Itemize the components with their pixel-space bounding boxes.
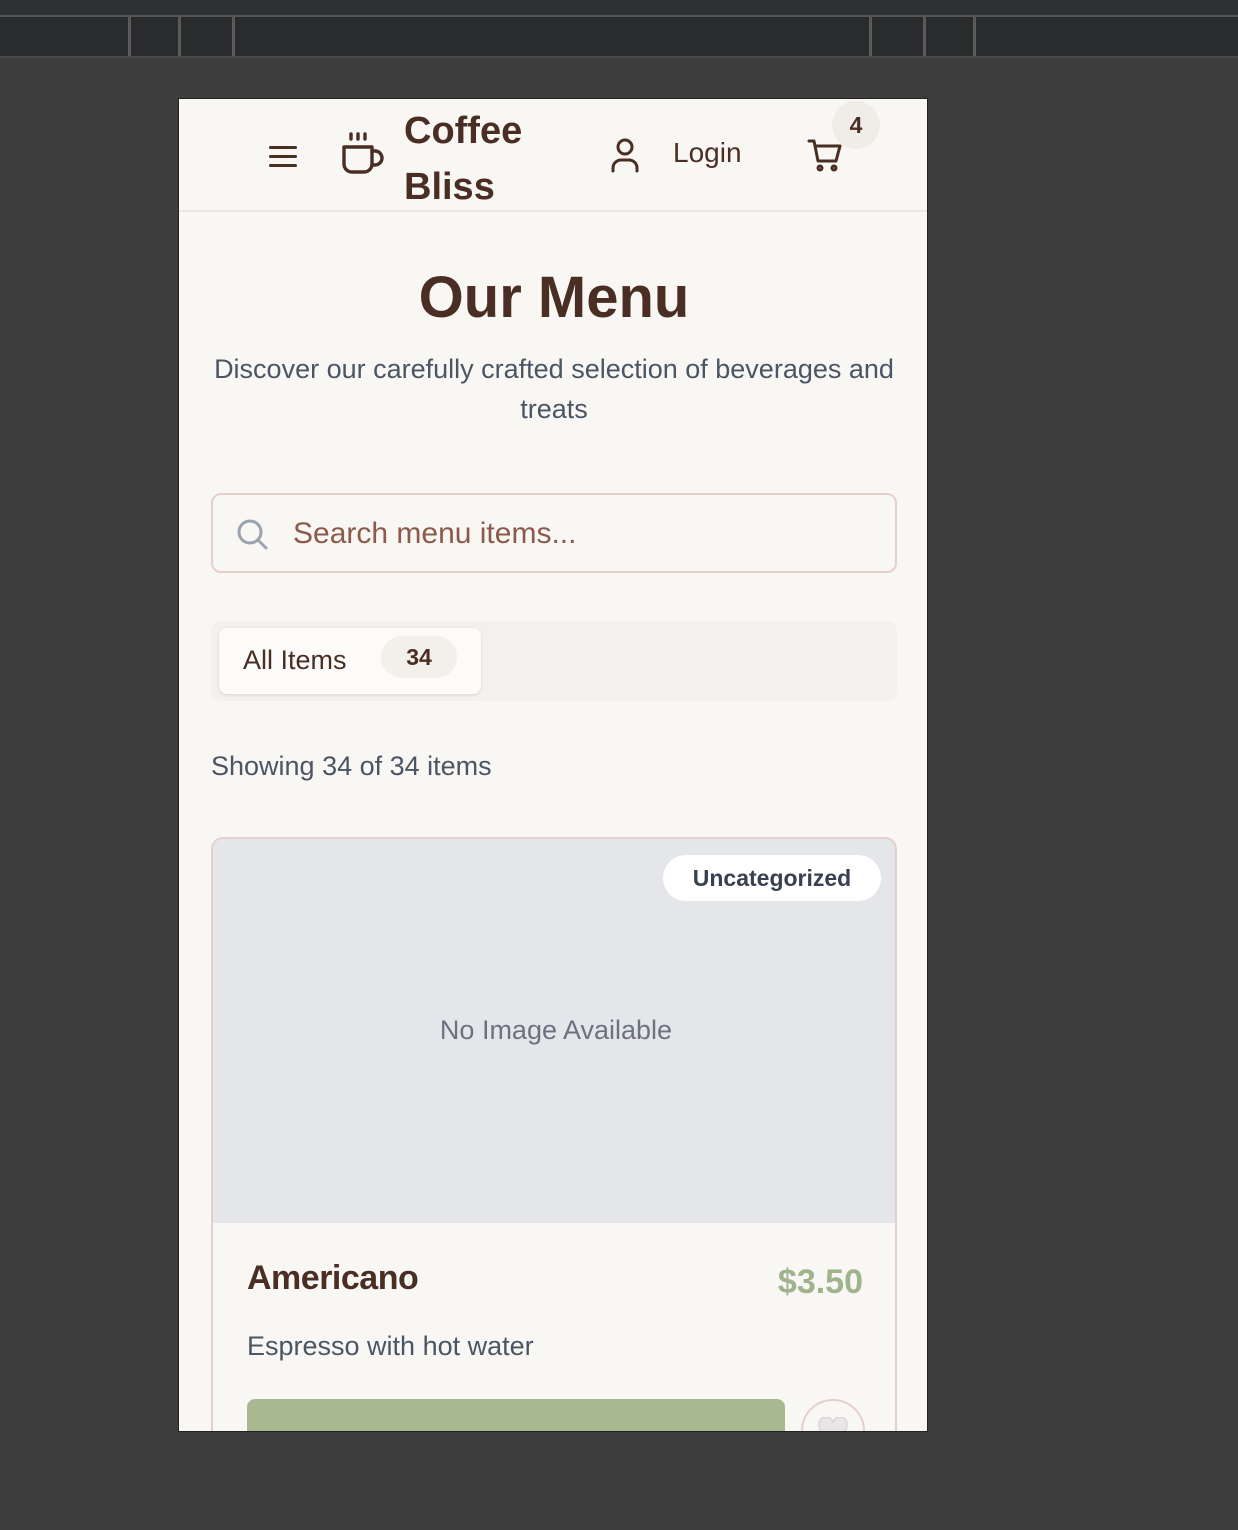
- product-card[interactable]: Uncategorized No Image Available America…: [211, 837, 897, 1431]
- tab-count-badge: 34: [381, 636, 457, 678]
- cart-count-badge: 4: [832, 101, 880, 149]
- login-link[interactable]: Login: [673, 137, 742, 169]
- toolbar-divider: [128, 17, 131, 56]
- page-title: Our Menu: [418, 265, 690, 330]
- search-box: [211, 493, 897, 573]
- browser-top-bar: [0, 0, 1238, 17]
- toolbar-divider: [869, 17, 872, 56]
- site-header: Coffee Bliss Login 4: [179, 99, 927, 215]
- toolbar-divider: [178, 17, 181, 56]
- tab-label: All Items: [243, 645, 347, 675]
- brand-line-2: Bliss: [404, 166, 495, 208]
- search-icon: [237, 519, 268, 550]
- product-description: Espresso with hot water: [247, 1331, 534, 1361]
- favorite-button[interactable]: [801, 1399, 865, 1431]
- add-to-cart-button[interactable]: Add to Cart: [247, 1399, 785, 1431]
- toolbar-divider: [973, 17, 976, 56]
- toolbar-divider: [232, 17, 235, 56]
- devtools-toolbar: [0, 17, 1238, 58]
- coffee-cup-icon: [342, 132, 384, 174]
- tab-all-items[interactable]: All Items 34: [219, 628, 481, 694]
- category-badge: Uncategorized: [663, 855, 881, 901]
- product-price: $3.50: [777, 1263, 863, 1301]
- product-name: Americano: [247, 1259, 419, 1297]
- menu-icon[interactable]: [269, 142, 297, 170]
- category-tabs: All Items 34: [211, 621, 897, 701]
- cart-icon[interactable]: [807, 137, 843, 173]
- heart-icon: [818, 1416, 848, 1431]
- user-icon[interactable]: [609, 137, 641, 173]
- results-count: Showing 34 of 34 items: [211, 751, 492, 781]
- search-input[interactable]: [293, 511, 873, 557]
- product-image-placeholder: Uncategorized No Image Available: [213, 839, 895, 1223]
- page-subtitle: Discover our carefully crafted selection…: [214, 354, 894, 424]
- toolbar-divider: [923, 17, 926, 56]
- brand-line-1: Coffee: [404, 110, 523, 152]
- mobile-viewport: Coffee Bliss Login 4 Our Menu Discover o…: [178, 98, 928, 1432]
- no-image-text: No Image Available: [439, 1015, 673, 1045]
- brand-name[interactable]: Coffee Bliss: [404, 103, 554, 215]
